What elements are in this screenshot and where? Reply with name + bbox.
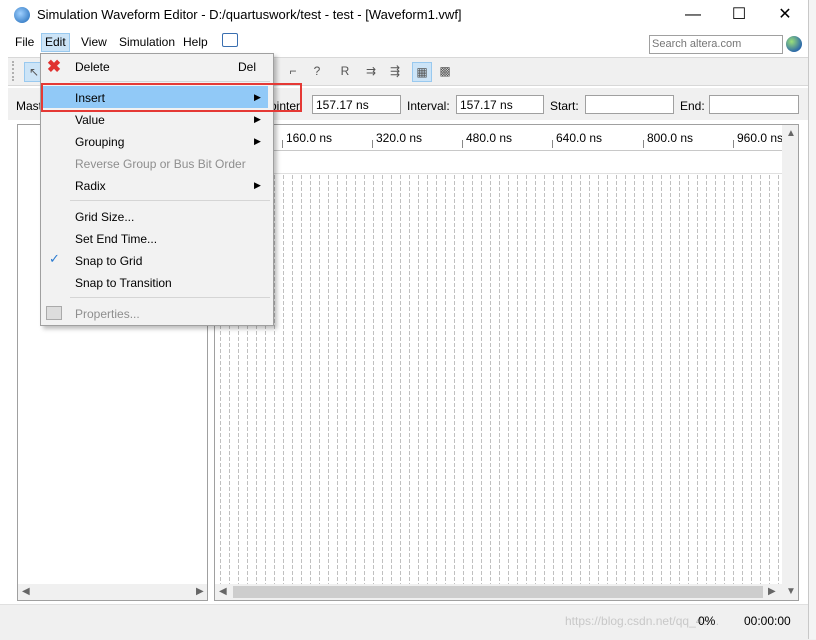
background-window-edge	[808, 0, 816, 639]
invert-value-icon[interactable]: R	[336, 62, 354, 80]
menu-item-snap-to-grid[interactable]: Snap to Grid	[75, 254, 142, 268]
menu-item-value[interactable]: Value	[75, 113, 105, 127]
submenu-arrow-icon: ▶	[254, 114, 261, 124]
scroll-left-arrow-icon[interactable]: ◀	[22, 586, 30, 597]
master-time-label: Mast	[16, 99, 43, 113]
close-button[interactable]: ✕	[762, 0, 808, 31]
grid-toggle-icon[interactable]: ▩	[436, 62, 454, 80]
interval-field[interactable]: 157.17 ns	[456, 95, 544, 114]
submenu-arrow-icon: ▶	[254, 180, 261, 190]
menu-help[interactable]: Help	[180, 34, 211, 51]
scroll-down-arrow-icon[interactable]: ▼	[786, 586, 796, 597]
start-label: Start:	[550, 99, 579, 113]
quartus-app-icon	[14, 7, 30, 23]
window-title: Simulation Waveform Editor - D:/quartusw…	[37, 7, 462, 22]
menu-separator	[70, 81, 270, 82]
ruler-tick: 320.0 ns	[376, 131, 423, 145]
end-label: End:	[680, 99, 705, 113]
menu-separator	[70, 297, 270, 298]
start-field[interactable]	[585, 95, 674, 114]
waveform-grid[interactable]	[220, 175, 780, 585]
menu-item-grid-size[interactable]: Grid Size...	[75, 210, 134, 224]
ruler-tick: 160.0 ns	[286, 131, 333, 145]
scroll-up-arrow-icon[interactable]: ▲	[786, 128, 796, 139]
menu-item-grouping[interactable]: Grouping	[75, 135, 124, 149]
ruler-tick-mark	[462, 140, 463, 148]
scroll-right-arrow-icon[interactable]: ▶	[196, 586, 204, 597]
menu-item-properties: Properties...	[75, 307, 140, 321]
menu-item-set-end-time[interactable]: Set End Time...	[75, 232, 157, 246]
feedback-icon[interactable]	[222, 33, 238, 47]
menu-item-reverse-group: Reverse Group or Bus Bit Order	[75, 157, 246, 171]
ruler-tick: 960.0 ns	[737, 131, 784, 145]
toolbar-grip	[12, 61, 17, 81]
ruler-tick: 480.0 ns	[466, 131, 513, 145]
ruler-subrow	[215, 151, 782, 174]
menu-item-snap-to-transition[interactable]: Snap to Transition	[75, 276, 172, 290]
menu-edit[interactable]: Edit	[41, 33, 70, 52]
menu-view[interactable]: View	[78, 34, 110, 51]
menu-simulation[interactable]: Simulation	[116, 34, 178, 51]
delete-x-icon: ✖	[46, 57, 62, 76]
ruler-tick-mark	[372, 140, 373, 148]
checkmark-icon: ✓	[49, 251, 60, 266]
globe-icon[interactable]	[786, 36, 802, 52]
ruler-tick-mark	[733, 140, 734, 148]
minimize-button[interactable]: —	[670, 0, 716, 31]
search-input[interactable]	[650, 36, 782, 52]
delete-shortcut: Del	[238, 60, 257, 74]
count-value-icon[interactable]: ⇉	[362, 62, 380, 80]
menu-separator	[70, 200, 270, 201]
ruler-tick-mark	[282, 140, 283, 148]
hscroll-thumb[interactable]	[233, 586, 763, 598]
ruler-tick: 800.0 ns	[647, 131, 694, 145]
menu-file[interactable]: File	[12, 34, 37, 51]
annotation-red-box	[41, 83, 302, 112]
status-percent: 0%	[698, 614, 716, 628]
properties-icon	[46, 306, 62, 320]
snap-to-grid-icon[interactable]: ▦	[412, 62, 432, 82]
maximize-button[interactable]: ☐	[716, 0, 762, 31]
search-field[interactable]	[649, 35, 783, 54]
interval-label: Interval:	[407, 99, 450, 113]
clock-value-icon[interactable]: ⇶	[386, 62, 404, 80]
watermark: https://blog.csdn.net/qq_45...	[565, 614, 720, 628]
scroll-right-arrow-icon[interactable]: ▶	[768, 586, 776, 597]
waveform-vscrollbar[interactable]	[782, 125, 798, 600]
scroll-left-arrow-icon[interactable]: ◀	[219, 586, 227, 597]
ruler-tick: 640.0 ns	[556, 131, 603, 145]
end-field[interactable]	[709, 95, 799, 114]
status-time: 00:00:00	[744, 614, 791, 628]
ruler-tick-mark	[552, 140, 553, 148]
node-pane-hscrollbar[interactable]	[18, 584, 207, 600]
submenu-arrow-icon: ▶	[254, 136, 261, 146]
pointer-field[interactable]: 157.17 ns	[312, 95, 401, 114]
ruler-tick-mark	[643, 140, 644, 148]
menu-item-radix[interactable]: Radix	[75, 179, 106, 193]
waveform-tool-icon[interactable]: ⌐	[284, 62, 302, 80]
unknown-value-icon[interactable]: ?	[308, 62, 326, 80]
menu-item-delete[interactable]: Delete	[75, 60, 110, 74]
